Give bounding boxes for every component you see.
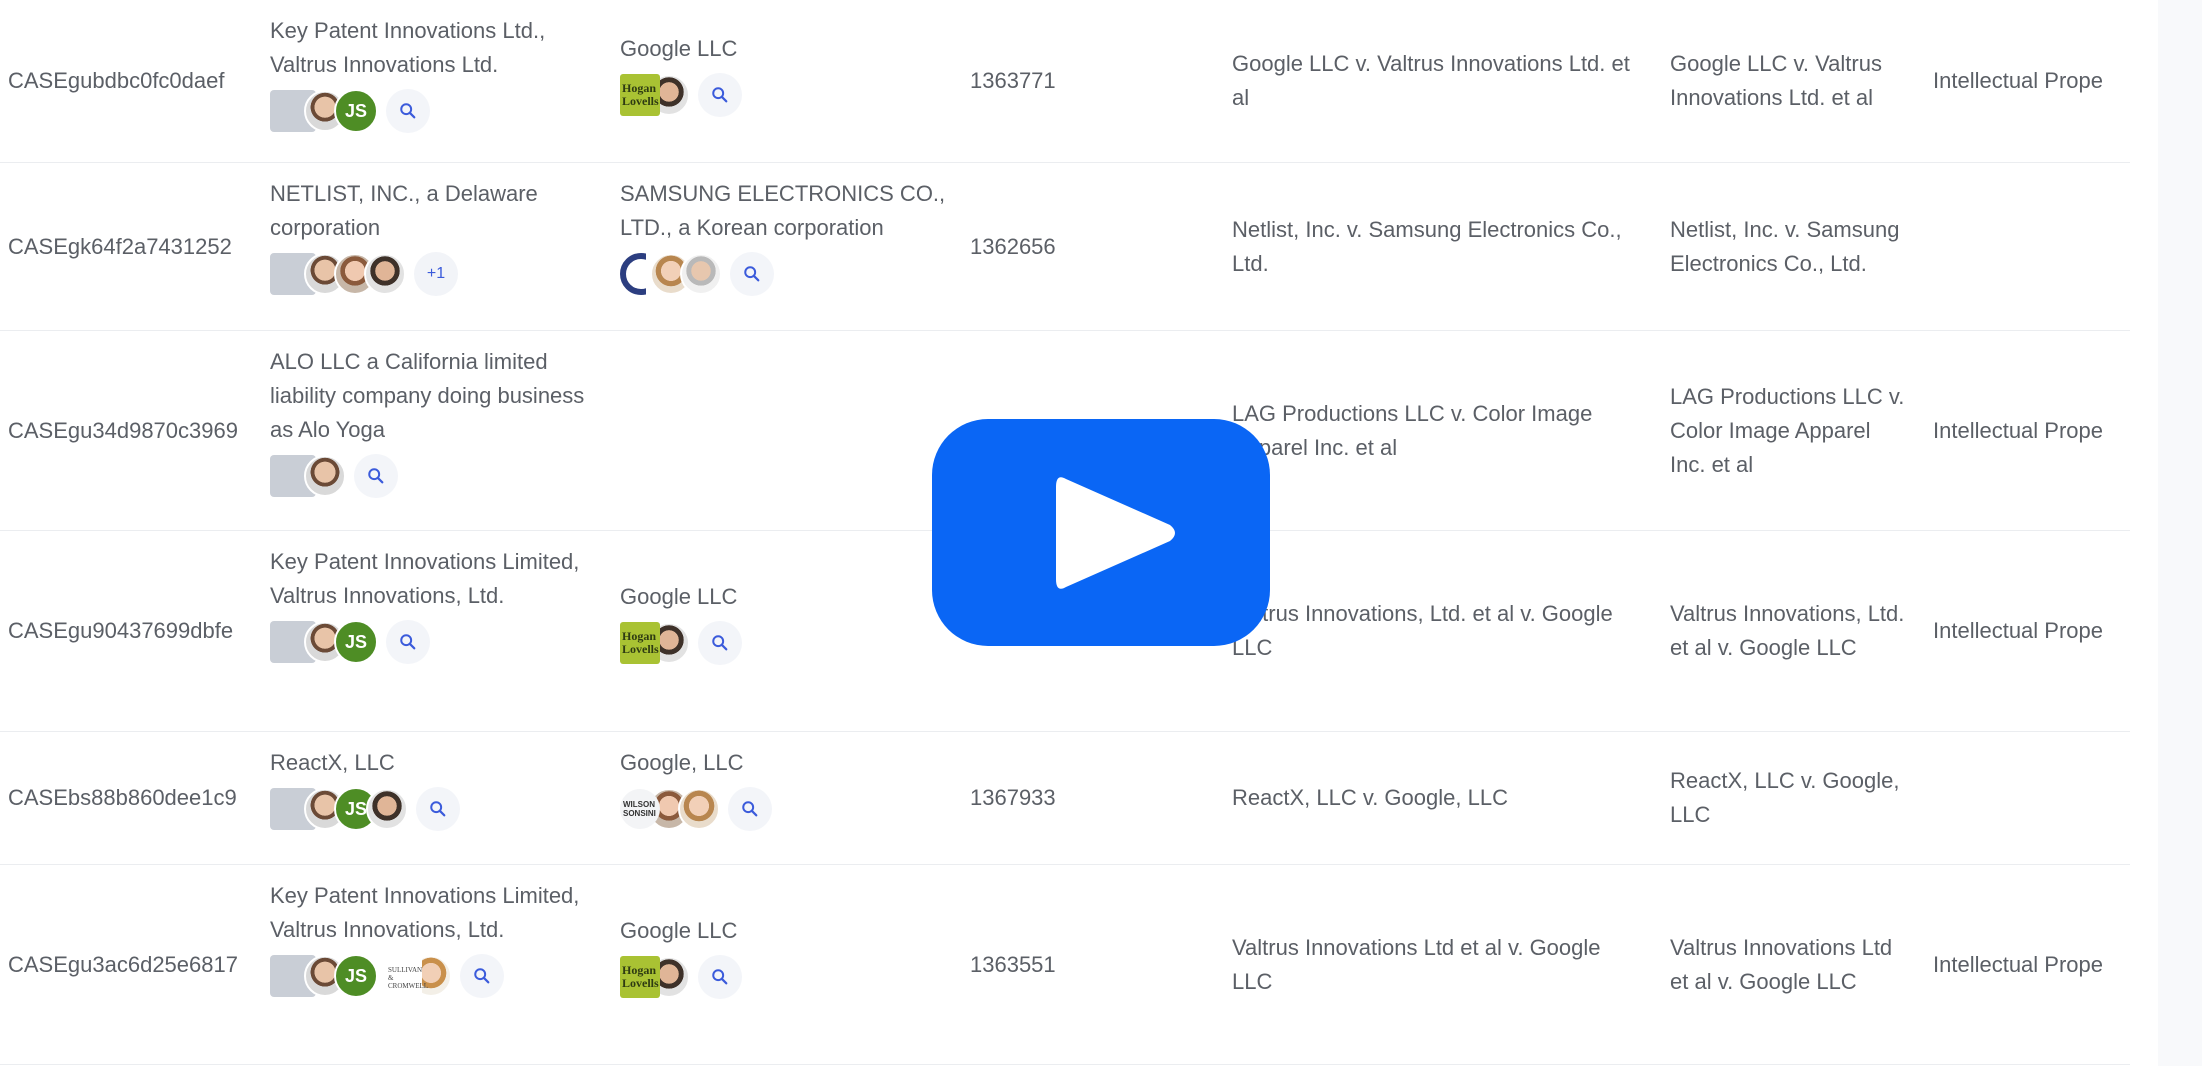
case-id: CASEbs88b860dee1c9 [8,785,237,810]
case-short-name: ReactX, LLC v. Google, LLC [1670,768,1900,827]
case-number: 1363551 [970,951,1056,977]
plaintiff-cell: Key Patent Innovations Limited, Valtrus … [270,545,590,665]
defendant-attorneys: Hogan Lovells [620,954,950,1000]
plaintiff-name: Key Patent Innovations Limited, Valtrus … [270,883,580,942]
case-id: CASEgu3ac6d25e6817 [8,951,238,977]
plaintiff-cell: ALO LLC a California limited liability c… [270,345,590,499]
defendant-attorneys: Hogan Lovells [620,620,950,666]
more-attorneys-badge[interactable]: +1 [414,252,458,296]
defendant-name: Google LLC [620,36,738,61]
avatar[interactable]: JS [334,954,378,998]
case-short-name: LAG Productions LLC v. Color Image Appar… [1670,383,1905,477]
sullivan-logo-text: SULLIVAN & CROMWELL [388,966,429,990]
search-icon[interactable] [354,454,398,498]
hogan-logo-text: Hogan Lovells [622,963,659,990]
plaintiff-attorneys: JS [270,88,590,134]
wilson-logo-text: WILSON SONSINI [623,800,656,818]
defendant-name: Google LLC [620,584,738,609]
avatar[interactable] [678,788,720,830]
avatar[interactable] [304,455,346,497]
search-icon[interactable] [386,89,430,133]
plaintiff-name: ALO LLC a California limited liability c… [270,349,585,442]
plaintiff-attorneys: JS SULLIVAN & CROMWELL [270,953,590,999]
search-icon[interactable] [698,955,742,999]
case-number: 1363771 [970,68,1056,93]
case-short-name: Google LLC v. Valtrus Innovations Ltd. e… [1670,51,1882,110]
scrollbar-track[interactable] [2158,0,2202,1066]
case-short-name: Netlist, Inc. v. Samsung Electronics Co.… [1670,216,1900,276]
defendant-cell: Google, LLC WILSON SONSINI [620,746,950,832]
defendant-attorneys: Hogan Lovells [620,72,950,118]
defendant-cell: Google LLC Hogan Lovells [620,32,950,118]
case-name[interactable]: Valtrus Innovations, Ltd. et al v. Googl… [1232,597,1637,665]
plaintiff-attorneys: JS [270,786,590,832]
table-row[interactable]: CASEbs88b860dee1c9 ReactX, LLC JS Google… [0,732,2130,865]
plaintiff-cell: NETLIST, INC., a Delaware corporation +1 [270,177,590,297]
table-row[interactable]: CASEgu3ac6d25e6817 Key Patent Innovation… [0,865,2130,1065]
case-short-name: Valtrus Innovations Ltd et al v. Google … [1670,934,1893,994]
case-type: Intellectual Prope [1933,68,2103,93]
case-name[interactable]: Valtrus Innovations Ltd et al v. Google … [1232,931,1637,999]
plaintiff-name: NETLIST, INC., a Delaware corporation [270,181,538,240]
search-icon[interactable] [416,787,460,831]
case-id: CASEgubdbc0fc0daef [8,68,225,93]
case-number: 1362656 [970,233,1056,259]
case-number: 1367933 [970,785,1056,810]
defendant-cell: SAMSUNG ELECTRONICS CO., LTD., a Korean … [620,177,950,297]
law-firm-logo[interactable]: Hogan Lovells [620,956,660,998]
law-firm-logo[interactable]: WILSON SONSINI [620,789,660,829]
plaintiff-name: Key Patent Innovations Ltd., Valtrus Inn… [270,18,546,77]
plaintiff-name: Key Patent Innovations Limited, Valtrus … [270,549,580,608]
search-icon[interactable] [730,252,774,296]
hogan-logo-text: Hogan Lovells [622,629,659,656]
case-id: CASEgu34d9870c3969 [8,417,238,443]
hogan-logo-text: Hogan Lovells [622,81,659,108]
table-row[interactable]: CASEgubdbc0fc0daef Key Patent Innovation… [0,0,2130,163]
defendant-name: Google, LLC [620,750,744,775]
case-type: Intellectual Prope [1933,951,2103,977]
avatar[interactable] [680,253,722,295]
table-row[interactable]: CASEgk64f2a7431252 NETLIST, INC., a Dela… [0,163,2130,331]
search-icon[interactable] [460,954,504,998]
search-icon[interactable] [698,621,742,665]
plaintiff-cell: Key Patent Innovations Limited, Valtrus … [270,879,590,999]
law-firm-logo[interactable]: SULLIVAN & CROMWELL [386,956,428,996]
case-name[interactable]: Google LLC v. Valtrus Innovations Ltd. e… [1232,47,1637,115]
plaintiff-attorneys: JS [270,619,590,665]
search-icon[interactable] [728,787,772,831]
avatar[interactable] [364,253,406,295]
case-id: CASEgu90437699dbfe [8,618,234,643]
play-icon [1056,477,1175,589]
avatar[interactable]: JS [334,89,378,133]
defendant-name: Google LLC [620,918,738,943]
avatar[interactable] [366,788,408,830]
search-icon[interactable] [386,620,430,664]
defendant-name: SAMSUNG ELECTRONICS CO., LTD., a Korean … [620,181,946,240]
case-short-name: Valtrus Innovations, Ltd. et al v. Googl… [1670,601,1905,660]
defendant-attorneys [620,251,950,297]
case-type: Intellectual Prope [1933,417,2103,443]
plaintiff-cell: ReactX, LLC JS [270,746,590,832]
defendant-attorneys: WILSON SONSINI [620,786,950,832]
plaintiff-attorneys: +1 [270,251,590,297]
search-icon[interactable] [698,73,742,117]
defendant-cell: Google LLC Hogan Lovells [620,580,950,666]
law-firm-logo[interactable]: Hogan Lovells [620,622,660,664]
plaintiff-name: ReactX, LLC [270,750,395,775]
case-name[interactable]: ReactX, LLC v. Google, LLC [1232,781,1637,815]
plaintiff-attorneys [270,453,590,499]
case-name[interactable]: Netlist, Inc. v. Samsung Electronics Co.… [1232,213,1637,281]
law-firm-logo[interactable]: Hogan Lovells [620,74,660,116]
plaintiff-cell: Key Patent Innovations Ltd., Valtrus Inn… [270,14,590,134]
defendant-cell: Google LLC Hogan Lovells [620,914,950,1000]
case-name[interactable]: LAG Productions LLC v. Color Image Appar… [1232,397,1637,465]
video-play-button[interactable] [932,419,1270,646]
avatar[interactable]: JS [334,620,378,664]
case-id: CASEgk64f2a7431252 [8,233,232,259]
case-type: Intellectual Prope [1933,618,2103,643]
